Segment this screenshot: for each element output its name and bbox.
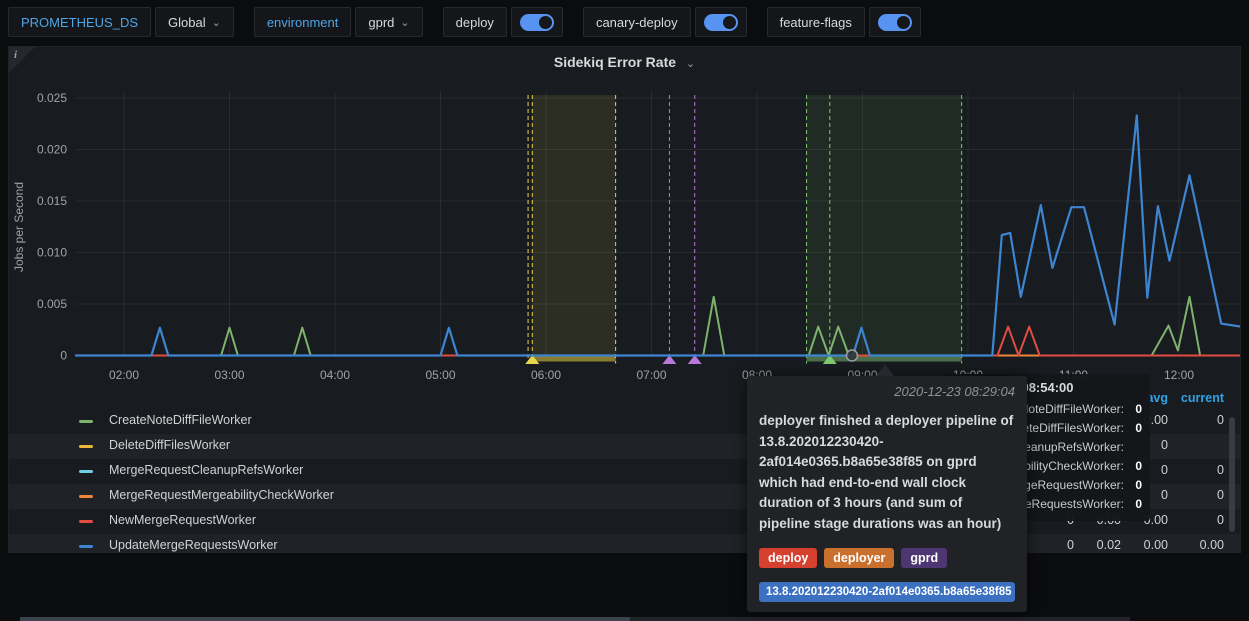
annotation-timestamp: 2020-12-23 08:29:04 — [747, 376, 1027, 403]
series-color-icon[interactable] — [79, 445, 93, 448]
y-tick-label: 0.005 — [37, 297, 67, 311]
tooltip-arrow-icon — [876, 364, 894, 376]
environment-picker[interactable]: gprd ⌄ — [355, 7, 422, 37]
legend-series-name[interactable]: NewMergeRequestWorker — [109, 513, 256, 527]
chevron-down-icon: ⌄ — [212, 16, 221, 29]
legend-series-name[interactable]: MergeRequestMergeabilityCheckWorker — [109, 488, 334, 502]
annotation-tags: deploy deployer gprd — [759, 548, 1015, 568]
toggle-on-icon — [520, 14, 554, 31]
hover-point-icon — [846, 350, 857, 361]
y-tick-label: 0.025 — [37, 91, 67, 105]
series-CreateNoteDiffFileWorker — [76, 297, 1241, 356]
legend-value: 0 — [1174, 413, 1224, 427]
info-icon: i — [14, 49, 17, 61]
canary-deploy-toggle[interactable] — [695, 7, 747, 37]
legend-value: 0 — [1174, 463, 1224, 477]
legend-value: 0.00 — [1118, 538, 1168, 552]
hover-series-value: 0 — [1134, 421, 1142, 435]
deploy-label: deploy — [443, 7, 507, 37]
legend-value: 0.02 — [1071, 538, 1121, 552]
y-tick-label: 0.015 — [37, 194, 67, 208]
hover-series-value: 0 — [1134, 478, 1142, 492]
annotation-text: deployer finished a deployer pipeline of… — [759, 411, 1015, 534]
x-tick-label: 05:00 — [425, 368, 455, 382]
page-title: Sidekiq Error Rate — [554, 54, 676, 70]
hover-series-value: 0 — [1134, 459, 1142, 473]
y-axis-title: Jobs per Second — [12, 182, 26, 272]
feature-flags-toggle[interactable] — [869, 7, 921, 37]
panel-info-corner[interactable]: i — [9, 47, 35, 73]
series-UpdateMergeRequestsWorker — [76, 116, 1241, 356]
horizontal-scrollbar-thumb[interactable] — [20, 617, 630, 621]
chevron-down-icon: ⌄ — [400, 16, 409, 29]
annotation-region — [807, 95, 962, 356]
y-tick-label: 0.020 — [37, 143, 67, 157]
feature-flags-label: feature-flags — [767, 7, 865, 37]
x-tick-label: 06:00 — [531, 368, 561, 382]
legend-value: 0 — [1174, 488, 1224, 502]
environment-label[interactable]: environment — [254, 7, 352, 37]
legend-series-name[interactable]: CreateNoteDiffFileWorker — [109, 413, 252, 427]
legend-series-name[interactable]: UpdateMergeRequestsWorker — [109, 538, 278, 552]
x-tick-label: 02:00 — [109, 368, 139, 382]
datasource-value: Global — [168, 15, 206, 30]
legend-value: 0.00 — [1174, 538, 1224, 552]
hover-series-value: 0 — [1134, 497, 1142, 511]
hover-series-value: 0 — [1134, 402, 1142, 416]
toggle-on-icon — [704, 14, 738, 31]
legend-value: 0 — [1024, 538, 1074, 552]
series-color-icon[interactable] — [79, 520, 93, 523]
y-tick-label: 0.010 — [37, 246, 67, 260]
chevron-down-icon: ⌄ — [686, 58, 695, 70]
x-tick-label: 03:00 — [214, 368, 244, 382]
tag-deploy: deploy — [759, 548, 817, 568]
tag-deployer: deployer — [824, 548, 894, 568]
deploy-toggle[interactable] — [511, 7, 563, 37]
series-color-icon[interactable] — [79, 420, 93, 423]
legend-header-current[interactable]: current — [1181, 391, 1224, 405]
legend-series-name[interactable]: MergeRequestCleanupRefsWorker — [109, 463, 303, 477]
x-tick-label: 12:00 — [1164, 368, 1194, 382]
annotation-region — [532, 95, 615, 356]
horizontal-scrollbar-track — [630, 617, 1130, 621]
series-NewMergeRequestWorker — [76, 327, 1241, 356]
x-tick-label: 07:00 — [636, 368, 666, 382]
datasource-picker[interactable]: Global ⌄ — [155, 7, 234, 37]
series-color-icon[interactable] — [79, 470, 93, 473]
legend-scrollbar[interactable] — [1229, 417, 1235, 532]
annotation-region-bar[interactable] — [532, 357, 615, 362]
annotation-version-tag: 13.8.202012230420-2af014e0365.b8a65e38f8… — [759, 582, 1015, 602]
tag-gprd: gprd — [901, 548, 947, 568]
legend-row: UpdateMergeRequestsWorker00.020.000.00 — [9, 534, 1240, 553]
legend-series-name[interactable]: DeleteDiffFilesWorker — [109, 438, 230, 452]
x-tick-label: 04:00 — [320, 368, 350, 382]
timeseries-chart[interactable]: 0 0.005 0.010 0.015 0.020 0.025 02:00 03:00 04:0… — [9, 47, 1241, 392]
dashboard-toolbar: PROMETHEUS_DS Global ⌄ environment gprd … — [8, 6, 925, 38]
series-color-icon[interactable] — [79, 545, 93, 548]
toggle-on-icon — [878, 14, 912, 31]
y-tick-label: 0 — [60, 349, 67, 363]
panel-title-menu[interactable]: Sidekiq Error Rate ⌄ — [9, 54, 1240, 70]
annotation-tooltip: 2020-12-23 08:29:04 deployer finished a … — [747, 376, 1027, 612]
datasource-label[interactable]: PROMETHEUS_DS — [8, 7, 151, 37]
legend-value: 0 — [1174, 513, 1224, 527]
series-color-icon[interactable] — [79, 495, 93, 498]
environment-value: gprd — [368, 15, 394, 30]
canary-deploy-label: canary-deploy — [583, 7, 691, 37]
